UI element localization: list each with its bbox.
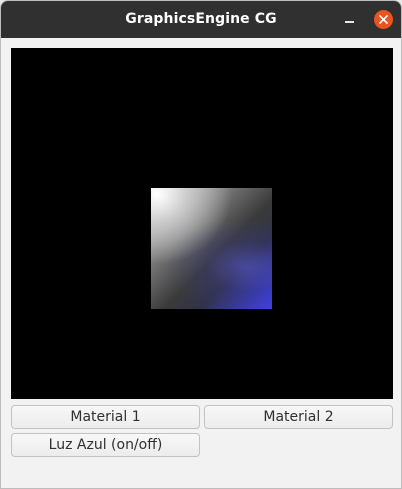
minimize-icon[interactable] [341, 11, 359, 29]
app-window: GraphicsEngine CG Material 1 Material 2 … [0, 0, 402, 489]
render-viewport[interactable] [11, 48, 393, 399]
material-1-button[interactable]: Material 1 [11, 405, 200, 429]
blue-light-highlight [151, 188, 272, 309]
shaded-quad [151, 188, 272, 309]
blue-light-toggle-button[interactable]: Luz Azul (on/off) [11, 433, 200, 457]
material-2-button[interactable]: Material 2 [204, 405, 393, 429]
title-bar[interactable]: GraphicsEngine CG [1, 1, 401, 38]
close-icon[interactable] [374, 10, 393, 29]
close-x-icon [379, 15, 388, 24]
